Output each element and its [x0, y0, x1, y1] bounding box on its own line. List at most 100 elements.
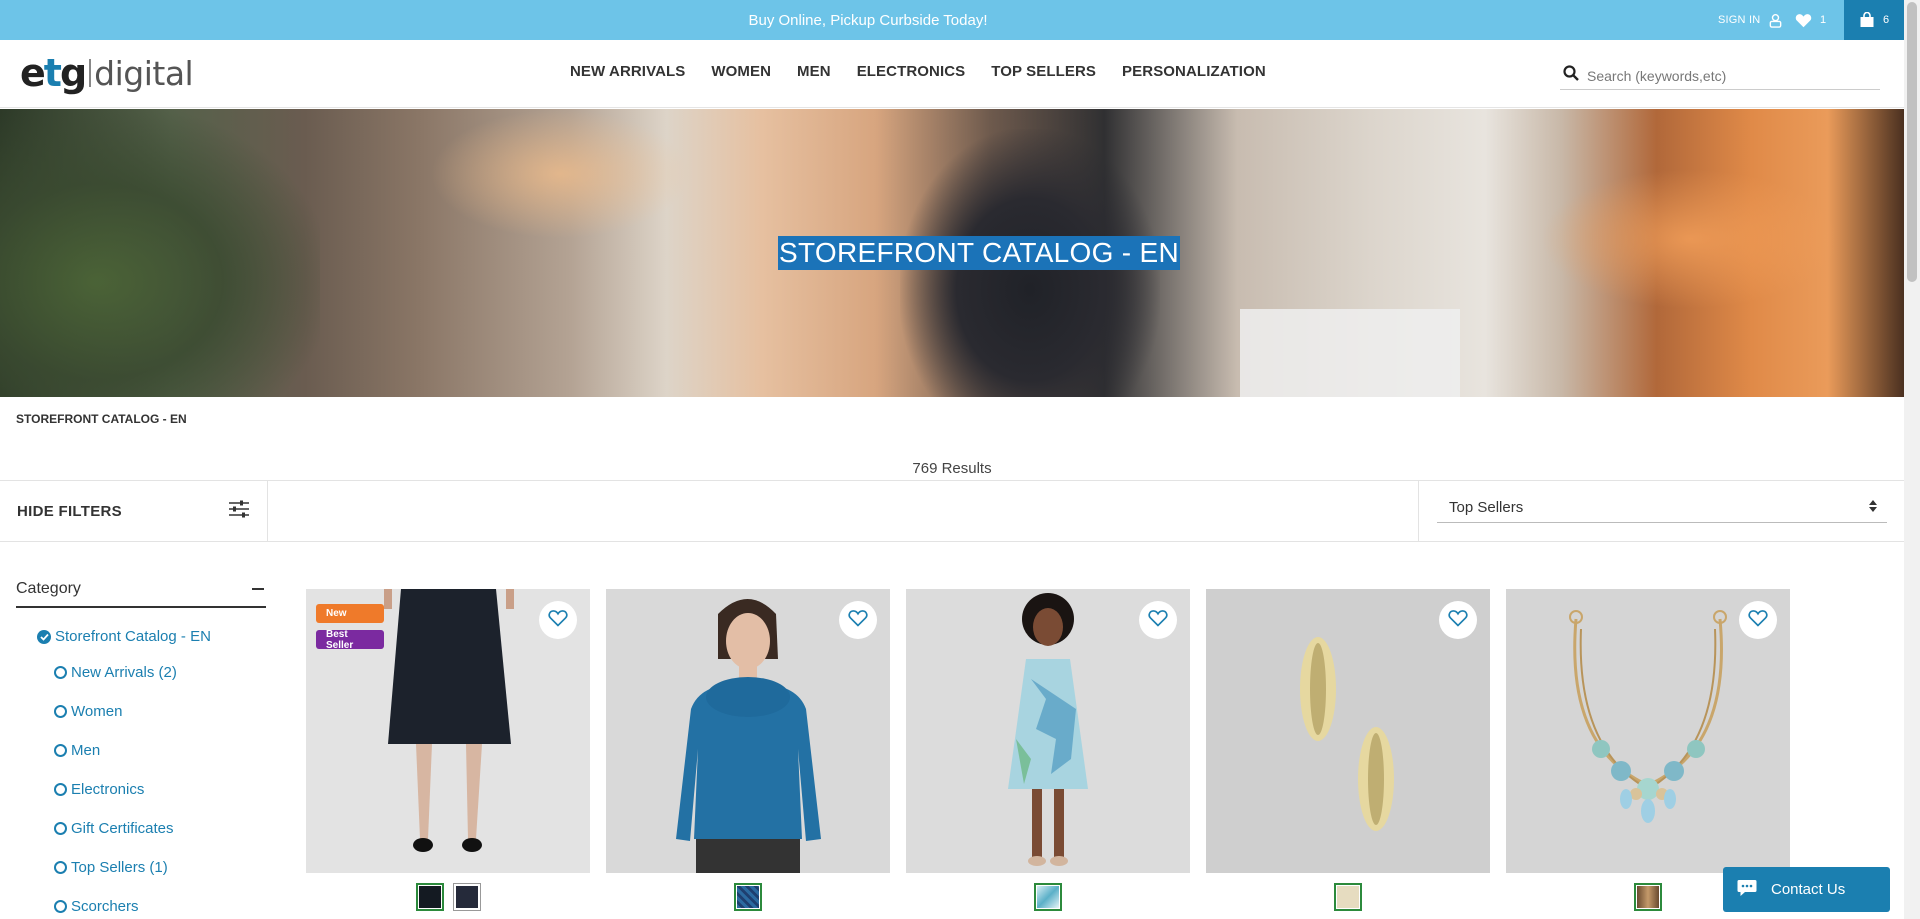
product-card[interactable] — [1206, 589, 1490, 911]
category-label: Electronics — [71, 781, 145, 798]
scrollbar-thumb[interactable] — [1907, 2, 1917, 282]
product-image[interactable] — [906, 589, 1190, 873]
heart-outline-icon — [1448, 609, 1468, 632]
color-swatch[interactable] — [415, 883, 444, 911]
main-nav: NEW ARRIVALS WOMEN MEN ELECTRONICS TOP S… — [570, 63, 1292, 80]
product-card[interactable] — [606, 589, 890, 911]
breadcrumb[interactable]: STOREFRONT CATALOG - EN — [16, 412, 187, 426]
badge-best-seller: Best Seller — [316, 629, 384, 651]
hide-filters-button[interactable]: HIDE FILTERS — [0, 481, 268, 541]
radio-icon — [54, 822, 67, 835]
contact-us-label: Contact Us — [1771, 881, 1846, 898]
product-card[interactable] — [906, 589, 1190, 911]
category-item-storefront[interactable]: Storefront Catalog - EN — [37, 620, 266, 653]
filter-sidebar: Category Storefront Catalog - EN New Arr… — [16, 572, 266, 919]
heart-outline-icon — [848, 609, 868, 632]
nav-personalization[interactable]: PERSONALIZATION — [1122, 63, 1266, 80]
wishlist-heart-button[interactable] — [1439, 601, 1477, 639]
promo-text: Buy Online, Pickup Curbside Today! — [748, 12, 988, 29]
wishlist-heart-button[interactable] — [1739, 601, 1777, 639]
nav-new-arrivals[interactable]: NEW ARRIVALS — [570, 63, 685, 80]
category-item-men[interactable]: Men — [54, 731, 266, 770]
color-swatch[interactable] — [452, 883, 481, 911]
check-circle-icon — [37, 629, 51, 644]
hero-image-foliage — [0, 109, 320, 397]
wishlist-link[interactable]: 1 — [1795, 0, 1826, 40]
heart-outline-icon — [548, 609, 568, 632]
logo[interactable]: etg digital — [20, 50, 194, 96]
category-label: Top Sellers (1) — [71, 859, 168, 876]
category-heading[interactable]: Category — [16, 572, 266, 608]
wishlist-heart-button[interactable] — [839, 601, 877, 639]
category-label: Storefront Catalog - EN — [55, 628, 211, 645]
sort-container: Top Sellers — [1418, 481, 1904, 541]
nav-top-sellers[interactable]: TOP SELLERS — [991, 63, 1096, 80]
results-count: 769 Results — [912, 460, 992, 477]
category-item-women[interactable]: Women — [54, 692, 266, 731]
wishlist-count: 1 — [1820, 14, 1827, 26]
wishlist-heart-button[interactable] — [1139, 601, 1177, 639]
category-list: Storefront Catalog - EN New Arrivals (2)… — [16, 620, 266, 919]
sign-in-label: SIGN IN — [1718, 14, 1761, 26]
category-item-scorchers[interactable]: Scorchers — [54, 887, 266, 919]
category-item-top-sellers[interactable]: Top Sellers (1) — [54, 848, 266, 887]
product-image[interactable] — [606, 589, 890, 873]
sign-in-link[interactable]: SIGN IN — [1718, 0, 1783, 40]
nav-women[interactable]: WOMEN — [711, 63, 771, 80]
category-label: Men — [71, 742, 101, 759]
product-image[interactable] — [1506, 589, 1790, 873]
category-item-gift-certificates[interactable]: Gift Certificates — [54, 809, 266, 848]
color-swatch[interactable] — [734, 883, 762, 911]
sort-selected: Top Sellers — [1449, 499, 1524, 516]
category-label: Women — [71, 703, 123, 720]
swatch-list — [1206, 883, 1490, 911]
product-card[interactable]: New Best Seller — [306, 589, 590, 911]
heart-icon — [1795, 13, 1812, 28]
promo-bar: Buy Online, Pickup Curbside Today! SIGN … — [0, 0, 1904, 40]
search-icon[interactable] — [1560, 65, 1579, 86]
page-scrollbar[interactable] — [1904, 0, 1920, 919]
nav-men[interactable]: MEN — [797, 63, 831, 80]
radio-icon — [54, 705, 67, 718]
hero-title: STOREFRONT CATALOG - EN — [778, 236, 1180, 270]
cart-count: 6 — [1882, 14, 1890, 26]
hero-image-bag — [1240, 309, 1460, 397]
radio-icon — [54, 666, 67, 679]
cart-button[interactable]: 6 — [1844, 0, 1904, 40]
swatch-list — [906, 883, 1190, 911]
hero-banner: STOREFRONT CATALOG - EN — [0, 109, 1904, 397]
search-box — [1560, 62, 1880, 90]
user-icon — [1768, 13, 1783, 28]
color-swatch[interactable] — [1034, 883, 1062, 911]
search-input[interactable] — [1587, 67, 1867, 84]
radio-icon — [54, 900, 67, 913]
logo-mark: etg — [20, 51, 87, 95]
category-label: Gift Certificates — [71, 820, 174, 837]
logo-text: digital — [94, 53, 194, 93]
product-card[interactable] — [1506, 589, 1790, 911]
radio-icon — [54, 861, 67, 874]
chat-icon — [1737, 879, 1771, 901]
contact-us-button[interactable]: Contact Us — [1723, 867, 1890, 912]
swatch-list — [606, 883, 890, 911]
wishlist-heart-button[interactable] — [539, 601, 577, 639]
product-image[interactable] — [1206, 589, 1490, 873]
category-label: New Arrivals (2) — [71, 664, 177, 681]
color-swatch[interactable] — [1634, 883, 1662, 911]
filter-bar: HIDE FILTERS Top Sellers — [0, 480, 1904, 542]
hero-image-light — [430, 109, 690, 239]
site-header: etg digital NEW ARRIVALS WOMEN MEN ELECT… — [0, 40, 1904, 108]
category-item-new-arrivals[interactable]: New Arrivals (2) — [54, 653, 266, 692]
radio-icon — [54, 744, 67, 757]
category-item-electronics[interactable]: Electronics — [54, 770, 266, 809]
sort-select[interactable]: Top Sellers — [1437, 493, 1887, 523]
nav-electronics[interactable]: ELECTRONICS — [857, 63, 966, 80]
hero-image-window — [1540, 169, 1840, 309]
color-swatch[interactable] — [1334, 883, 1362, 911]
heart-outline-icon — [1148, 609, 1168, 632]
category-label: Scorchers — [71, 898, 139, 915]
logo-divider — [89, 59, 92, 87]
product-image[interactable]: New Best Seller — [306, 589, 590, 873]
badge-new: New — [316, 604, 384, 623]
collapse-icon — [252, 588, 264, 590]
